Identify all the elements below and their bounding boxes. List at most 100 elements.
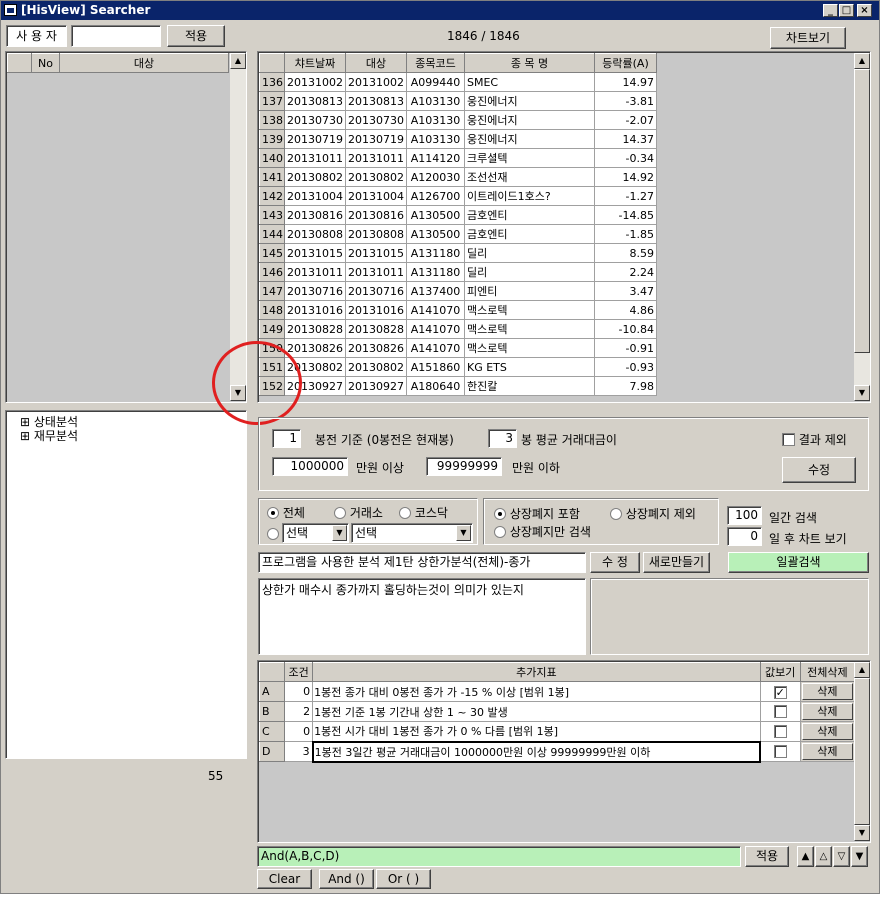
stock-name[interactable]: 크루셜텍	[464, 148, 595, 168]
checkbox-icon[interactable]	[773, 724, 787, 738]
condition-text[interactable]: 1봉전 3일간 평균 거래대금이 1000000만원 이상 99999999만원…	[311, 740, 762, 763]
radio-delist-only[interactable]: 상장폐지만 검색	[494, 523, 591, 540]
result-row[interactable]: 143 20130816 20130816 A130500 금호엔티 -14.85	[259, 205, 657, 225]
result-row[interactable]: 136 20131002 20131002 A099440 SMEC 14.97	[259, 72, 657, 92]
condition-key[interactable]: C	[258, 721, 286, 742]
radio-icon[interactable]	[267, 507, 279, 519]
chart-date[interactable]: 20131002	[284, 72, 346, 92]
chart-date[interactable]: 20131011	[284, 148, 346, 168]
chart-date[interactable]: 20131015	[284, 243, 346, 263]
target-date[interactable]: 20131016	[345, 300, 407, 320]
radio-icon[interactable]	[399, 507, 411, 519]
target-date[interactable]: 20131011	[345, 148, 407, 168]
stock-name[interactable]: 딜리	[464, 243, 595, 263]
scroll-up-icon[interactable]: ▲	[854, 53, 870, 69]
change-rate[interactable]: -3.81	[594, 91, 657, 111]
target-date[interactable]: 20130927	[345, 376, 407, 396]
results-header-change[interactable]: 등락률(A)	[594, 53, 657, 73]
radio-delist-include[interactable]: 상장폐지 포함	[494, 505, 580, 522]
delete-condition-button[interactable]: 삭제	[799, 741, 856, 762]
radio-icon[interactable]	[610, 508, 622, 520]
change-rate[interactable]: -0.91	[594, 338, 657, 358]
delete-label[interactable]: 삭제	[801, 743, 853, 760]
result-row[interactable]: 145 20131015 20131015 A131180 딜리 8.59	[259, 243, 657, 263]
or-button[interactable]: Or ( )	[376, 869, 431, 889]
radio-kosdaq[interactable]: 코스닥	[399, 504, 448, 521]
stock-code[interactable]: A120030	[406, 167, 465, 187]
results-header-name[interactable]: 종 목 명	[464, 53, 595, 73]
maximize-button[interactable]: □	[839, 4, 854, 17]
row-number[interactable]: 148	[259, 300, 285, 320]
row-number[interactable]: 145	[259, 243, 285, 263]
row-number[interactable]: 144	[259, 224, 285, 244]
value-view-checkbox[interactable]	[759, 701, 801, 722]
row-number[interactable]: 142	[259, 186, 285, 206]
chart-date[interactable]: 20130730	[284, 110, 346, 130]
params-modify-button[interactable]: 수정	[782, 457, 856, 483]
exclude-result-checkbox[interactable]: 결과 제외	[782, 431, 847, 448]
scroll-thumb[interactable]	[854, 678, 870, 825]
result-row[interactable]: 152 20130927 20130927 A180640 한진칼 7.98	[259, 376, 657, 396]
stock-code[interactable]: A180640	[406, 376, 465, 396]
row-number[interactable]: 139	[259, 129, 285, 149]
conditions-header-delete-all[interactable]: 전체삭제	[799, 662, 856, 682]
conditions-header-cond[interactable]: 조건	[284, 662, 314, 682]
scroll-up-icon[interactable]: ▲	[230, 53, 246, 69]
checkbox-icon[interactable]	[773, 704, 787, 718]
delete-condition-button[interactable]: 삭제	[799, 681, 856, 702]
stock-name[interactable]: 금호엔티	[464, 224, 595, 244]
move-up-icon[interactable]: △	[815, 846, 832, 867]
scroll-thumb[interactable]	[854, 69, 870, 353]
target-date[interactable]: 20130719	[345, 129, 407, 149]
result-row[interactable]: 144 20130808 20130808 A130500 금호엔티 -1.85	[259, 224, 657, 244]
chart-date[interactable]: 20131016	[284, 300, 346, 320]
condition-row[interactable]: A 0 1봉전 종가 대비 0봉전 종가 가 -15 % 이상 [범위 1봉] ✓ 삭제	[258, 681, 856, 702]
stock-name[interactable]: 금호엔티	[464, 205, 595, 225]
result-row[interactable]: 148 20131016 20131016 A141070 맥스로텍 4.86	[259, 300, 657, 320]
condition-text[interactable]: 1봉전 기준 1봉 기간내 상한 1 ~ 30 발생	[312, 701, 761, 722]
condition-key[interactable]: A	[258, 681, 286, 702]
change-rate[interactable]: 3.47	[594, 281, 657, 301]
min-amount-input[interactable]: 1000000	[272, 457, 348, 476]
change-rate[interactable]: -0.93	[594, 357, 657, 377]
clear-button[interactable]: Clear	[257, 869, 312, 889]
row-number[interactable]: 137	[259, 91, 285, 111]
change-rate[interactable]: 14.92	[594, 167, 657, 187]
bong-input[interactable]: 1	[272, 429, 301, 448]
condition-text[interactable]: 1봉전 종가 대비 0봉전 종가 가 -15 % 이상 [범위 1봉]	[312, 681, 761, 702]
stock-code[interactable]: A103130	[406, 129, 465, 149]
results-header-date[interactable]: 챠트날짜	[284, 53, 346, 73]
target-date[interactable]: 20131002	[345, 72, 407, 92]
change-rate[interactable]: 14.37	[594, 129, 657, 149]
delete-label[interactable]: 삭제	[801, 703, 853, 720]
stock-name[interactable]: 맥스로텍	[464, 338, 595, 358]
change-rate[interactable]: -10.84	[594, 319, 657, 339]
change-rate[interactable]: -14.85	[594, 205, 657, 225]
target-date[interactable]: 20130730	[345, 110, 407, 130]
dropdown-arrow-icon[interactable]: ▼	[456, 525, 471, 541]
chart-date[interactable]: 20130813	[284, 91, 346, 111]
stock-name[interactable]: 피엔티	[464, 281, 595, 301]
stock-code[interactable]: A114120	[406, 148, 465, 168]
stock-code[interactable]: A131180	[406, 262, 465, 282]
radio-delist-exclude[interactable]: 상장폐지 제외	[610, 505, 696, 522]
delete-condition-button[interactable]: 삭제	[799, 701, 856, 722]
change-rate[interactable]: -1.85	[594, 224, 657, 244]
formula-apply-button[interactable]: 적용	[745, 846, 789, 867]
chart-date[interactable]: 20131004	[284, 186, 346, 206]
change-rate[interactable]: -1.27	[594, 186, 657, 206]
result-row[interactable]: 142 20131004 20131004 A126700 이트레이드1호스? -1.27	[259, 186, 657, 206]
row-number[interactable]: 147	[259, 281, 285, 301]
radio-kospi[interactable]: 거래소	[334, 504, 383, 521]
max-amount-input[interactable]: 99999999	[426, 457, 502, 476]
chart-view-button[interactable]: 차트보기	[770, 27, 846, 49]
change-rate[interactable]: 14.97	[594, 72, 657, 92]
result-row[interactable]: 139 20130719 20130719 A103130 웅진에너지 14.37	[259, 129, 657, 149]
stock-code[interactable]: A141070	[406, 300, 465, 320]
row-number[interactable]: 138	[259, 110, 285, 130]
change-rate[interactable]: 8.59	[594, 243, 657, 263]
results-header-target[interactable]: 대상	[345, 53, 407, 73]
stock-name[interactable]: 웅진에너지	[464, 110, 595, 130]
move-down-icon[interactable]: ▽	[833, 846, 850, 867]
radio-icon[interactable]	[494, 526, 506, 538]
